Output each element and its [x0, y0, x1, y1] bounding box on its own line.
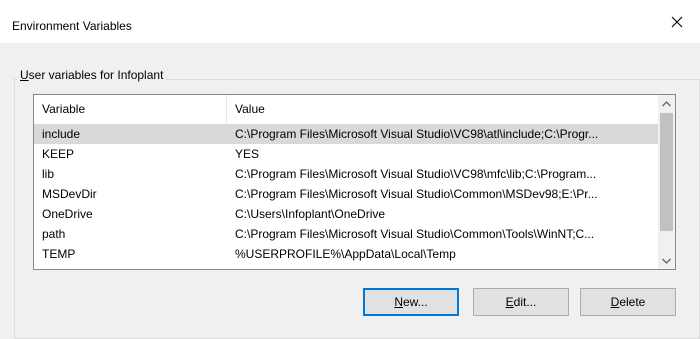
variable-cell: include — [42, 127, 81, 141]
user-variables-label: User variables for Infoplant — [17, 68, 167, 82]
table-row[interactable]: MSDevDir C:\Program Files\Microsoft Visua… — [34, 184, 658, 204]
close-button[interactable] — [654, 0, 700, 43]
variable-cell: KEEP — [42, 147, 75, 161]
user-variables-list[interactable]: Variable Value include C:\Program Files\M… — [33, 94, 676, 270]
window-title: Environment Variables — [12, 19, 132, 33]
delete-button[interactable]: Delete — [580, 288, 676, 316]
value-cell: C:\Users\Infoplant\OneDrive — [235, 207, 386, 221]
value-cell: C:\Program Files\Microsoft Visual Studio… — [235, 127, 599, 141]
table-row[interactable]: lib C:\Program Files\Microsoft Visual Stu… — [34, 164, 658, 184]
legend-text: ser variables for Infoplant — [28, 68, 164, 82]
variable-cell: TEMP — [42, 247, 76, 261]
column-header-value[interactable]: Value — [227, 95, 658, 123]
value-cell: YES — [235, 147, 260, 161]
variable-cell: path — [42, 227, 66, 241]
scroll-thumb[interactable] — [660, 113, 673, 231]
chevron-down-icon — [662, 258, 671, 264]
delete-mnemonic: D — [610, 295, 620, 309]
chevron-up-icon — [662, 100, 671, 106]
value-cell: C:\Program Files\Microsoft Visual Studio… — [235, 187, 598, 201]
list-rows: include C:\Program Files\Microsoft Visual… — [34, 124, 658, 264]
value-cell: C:\Program Files\Microsoft Visual Studio… — [235, 227, 595, 241]
edit-mnemonic: E — [505, 295, 514, 309]
list-header: Variable Value — [34, 95, 658, 123]
edit-button[interactable]: Edit... — [473, 288, 569, 316]
column-header-variable[interactable]: Variable — [34, 95, 227, 123]
variable-cell: MSDevDir — [42, 187, 97, 201]
table-row[interactable]: KEEP YES — [34, 144, 658, 164]
delete-label: elete — [619, 295, 646, 309]
scroll-down-button[interactable] — [658, 252, 675, 269]
close-icon — [671, 16, 683, 27]
title-bar: Environment Variables — [0, 0, 700, 43]
value-cell: C:\Program Files\Microsoft Visual Studio… — [235, 167, 597, 181]
table-row[interactable]: include C:\Program Files\Microsoft Visual… — [34, 124, 658, 144]
variable-cell: OneDrive — [42, 207, 93, 221]
new-button[interactable]: New... — [363, 288, 459, 316]
table-row[interactable]: path C:\Program Files\Microsoft Visual St… — [34, 224, 658, 244]
scroll-up-button[interactable] — [658, 95, 675, 112]
value-cell: %USERPROFILE%\AppData\Local\Temp — [235, 247, 456, 261]
table-row[interactable]: OneDrive C:\Users\Infoplant\OneDrive — [34, 204, 658, 224]
variable-cell: lib — [42, 167, 55, 181]
edit-label: dit... — [513, 295, 537, 309]
table-row[interactable]: TEMP %USERPROFILE%\AppData\Local\Temp — [34, 244, 658, 264]
legend-mnemonic: U — [20, 68, 29, 82]
vertical-scrollbar[interactable] — [658, 95, 675, 269]
new-label: ew... — [402, 295, 428, 309]
new-mnemonic: N — [394, 295, 403, 309]
